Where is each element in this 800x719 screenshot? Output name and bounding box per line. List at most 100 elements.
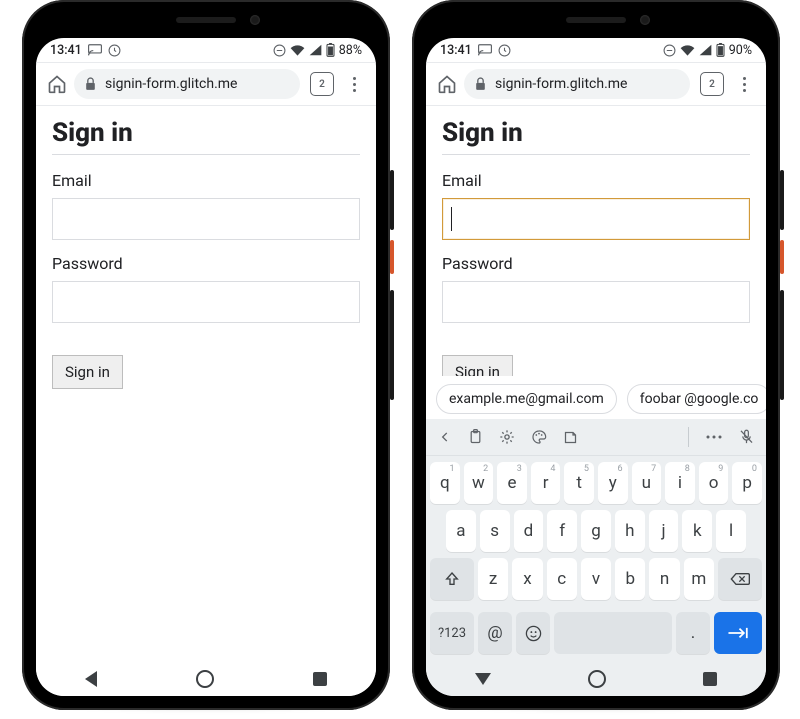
overflow-menu-icon[interactable]	[344, 77, 364, 92]
stage: { "left": { "status": {"time": "13:41", …	[0, 0, 800, 719]
cast-icon	[478, 44, 492, 56]
signal-icon	[309, 44, 322, 56]
palette-icon[interactable]	[531, 429, 547, 445]
overflow-menu-icon[interactable]	[734, 77, 754, 92]
key-r[interactable]: r4	[531, 462, 561, 504]
nav-recents-icon[interactable]	[703, 672, 717, 686]
web-page: Sign in Email Password Sign in	[36, 106, 376, 696]
email-label: Email	[52, 171, 360, 190]
dnd-icon	[273, 44, 286, 57]
key-p[interactable]: p0	[732, 462, 762, 504]
mic-off-icon[interactable]	[739, 429, 754, 445]
text-caret	[451, 207, 452, 231]
period-key[interactable]: .	[676, 612, 710, 654]
key-u[interactable]: u7	[632, 462, 662, 504]
speaker	[176, 17, 236, 23]
key-o[interactable]: o9	[699, 462, 729, 504]
key-a[interactable]: a	[446, 510, 476, 552]
backspace-key[interactable]	[718, 558, 762, 600]
separator	[688, 427, 689, 447]
key-h[interactable]: h	[615, 510, 645, 552]
nav-home-icon[interactable]	[196, 670, 214, 688]
key-s[interactable]: s	[480, 510, 510, 552]
key-j[interactable]: j	[649, 510, 679, 552]
key-i[interactable]: i8	[665, 462, 695, 504]
key-y[interactable]: y6	[598, 462, 628, 504]
key-q[interactable]: q1	[430, 462, 460, 504]
key-w[interactable]: w2	[464, 462, 494, 504]
emoji-key[interactable]	[516, 612, 550, 654]
wifi-icon	[680, 44, 695, 56]
speaker	[566, 17, 626, 23]
nav-back-icon[interactable]	[85, 671, 97, 687]
omnibox[interactable]: signin-form.glitch.me	[74, 69, 300, 99]
system-nav-bar	[36, 662, 376, 696]
key-g[interactable]: g	[581, 510, 611, 552]
key-l[interactable]: l	[716, 510, 746, 552]
lock-icon	[84, 77, 97, 91]
lock-icon	[474, 77, 487, 91]
autofill-suggestion[interactable]: example.me@gmail.com	[436, 384, 617, 414]
accent-button	[780, 240, 784, 274]
key-n[interactable]: n	[649, 558, 679, 600]
key-t[interactable]: t5	[564, 462, 594, 504]
wifi-icon	[290, 44, 305, 56]
home-icon[interactable]	[436, 73, 458, 95]
email-field[interactable]	[52, 198, 360, 240]
key-e[interactable]: e3	[497, 462, 527, 504]
front-camera	[640, 15, 650, 25]
next-key[interactable]	[714, 612, 762, 654]
email-field[interactable]	[442, 198, 750, 240]
key-c[interactable]: c	[547, 558, 577, 600]
collapse-icon[interactable]	[438, 430, 452, 444]
tab-count-button[interactable]: 2	[700, 72, 724, 96]
status-time: 13:41	[50, 43, 82, 58]
at-key[interactable]: @	[478, 612, 512, 654]
front-camera	[250, 15, 260, 25]
omnibox[interactable]: signin-form.glitch.me	[464, 69, 690, 99]
home-icon[interactable]	[46, 73, 68, 95]
status-battery: 90%	[729, 43, 752, 58]
key-z[interactable]: z	[478, 558, 508, 600]
address-bar: signin-form.glitch.me 2	[36, 63, 376, 105]
nav-home-icon[interactable]	[588, 670, 606, 688]
url-text: signin-form.glitch.me	[105, 76, 237, 92]
password-label: Password	[442, 254, 750, 273]
symbols-key[interactable]: ?123	[430, 612, 474, 654]
accent-button	[390, 240, 394, 274]
page-title: Sign in	[442, 118, 750, 148]
tab-count-button[interactable]: 2	[310, 72, 334, 96]
power-button	[390, 170, 394, 230]
key-b[interactable]: b	[615, 558, 645, 600]
key-f[interactable]: f	[547, 510, 577, 552]
rule	[442, 154, 750, 155]
status-battery: 88%	[339, 43, 362, 58]
address-bar: signin-form.glitch.me 2	[426, 63, 766, 105]
more-icon[interactable]	[705, 434, 723, 440]
phone-left: 13:41 88% signin-form.glitch.m	[22, 0, 390, 710]
status-bar: 13:41 88%	[36, 38, 376, 62]
key-d[interactable]: d	[514, 510, 544, 552]
nav-recents-icon[interactable]	[313, 672, 327, 686]
nav-hide-keyboard-icon[interactable]	[475, 673, 491, 685]
password-label: Password	[52, 254, 360, 273]
key-k[interactable]: k	[682, 510, 712, 552]
spacebar-key[interactable]	[554, 612, 672, 654]
key-m[interactable]: m	[684, 558, 714, 600]
key-v[interactable]: v	[581, 558, 611, 600]
key-x[interactable]: x	[512, 558, 542, 600]
password-field[interactable]	[52, 281, 360, 323]
system-nav-bar	[426, 662, 766, 696]
status-time: 13:41	[440, 43, 472, 58]
shift-key[interactable]	[430, 558, 474, 600]
gear-icon[interactable]	[499, 429, 515, 445]
rule	[52, 154, 360, 155]
clipboard-icon[interactable]	[468, 429, 483, 445]
screen: 13:41 88% signin-form.glitch.m	[36, 38, 376, 696]
power-button	[780, 170, 784, 230]
signin-button[interactable]: Sign in	[52, 355, 123, 389]
battery-icon	[716, 43, 725, 57]
password-field[interactable]	[442, 281, 750, 323]
autofill-suggestion[interactable]: foobar @google.co	[627, 384, 766, 414]
sticker-icon[interactable]	[563, 430, 578, 445]
